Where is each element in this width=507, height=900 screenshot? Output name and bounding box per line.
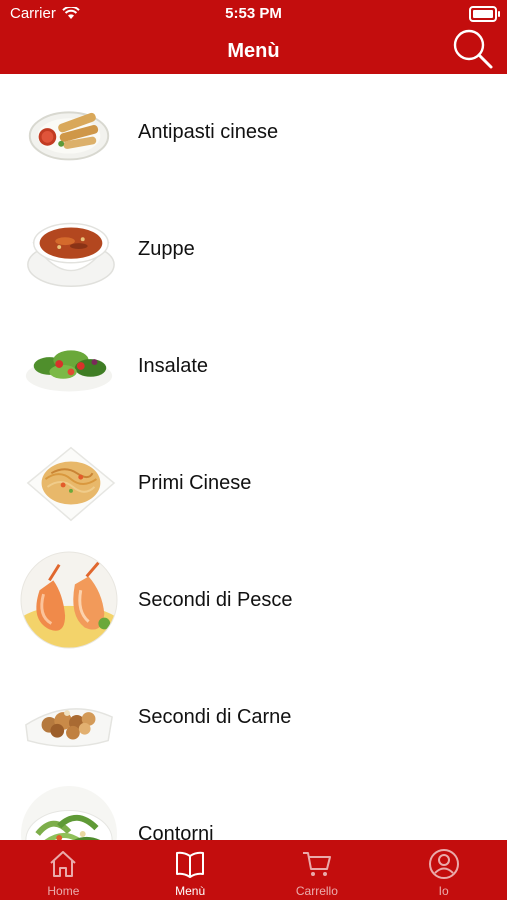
tab-label: Carrello [295,884,338,898]
book-icon [176,851,205,878]
menu-item-label: Secondi di Carne [138,706,292,728]
menu-item-carne[interactable]: Secondi di Carne [0,659,507,776]
menu-item-zuppe[interactable]: Zuppe [0,191,507,308]
menu-item-label: Primi Cinese [138,472,252,494]
tab-label: Io [438,884,449,898]
menu-item-antipasti[interactable]: Antipasti cinese [0,74,507,191]
search-icon [453,29,493,69]
menu-item-label: Secondi di Pesce [138,589,293,611]
user-icon [428,849,459,879]
meat-dish-icon [25,708,113,748]
tab-home[interactable]: Home [0,840,127,900]
battery-icon [469,6,500,22]
top-bar: Carrier 5:53 PM Menù [0,0,507,74]
noodles-plate-icon [26,446,116,522]
tab-label: Menù [175,884,206,898]
cart-icon [302,852,331,876]
tab-menu[interactable]: Menù [127,840,254,900]
menu-item-label: Antipasti cinese [138,121,279,143]
spring-rolls-dish-icon [28,111,110,161]
menu-item-pesce[interactable]: Secondi di Pesce [0,542,507,659]
search-button[interactable] [451,28,495,72]
tab-bar: Home Menù Carrello Io [0,840,507,900]
menu-item-label: Contorni [138,823,214,840]
menu-item-contorni[interactable]: Contorni [0,776,507,840]
tab-label: Home [47,884,80,898]
salad-icon [25,350,113,392]
menu-list: Antipasti cinese Zuppe Insalate Primi Ci… [0,74,507,840]
tab-profile[interactable]: Io [380,840,507,900]
page-title: Menù [227,40,280,62]
status-time: 5:53 PM [225,5,282,22]
menu-item-primi[interactable]: Primi Cinese [0,425,507,542]
tab-cart[interactable]: Carrello [254,840,381,900]
menu-item-label: Insalate [138,355,209,377]
side-dish-icon [20,785,118,840]
soup-bowl-icon [27,222,115,287]
menu-item-insalate[interactable]: Insalate [0,308,507,425]
home-icon [50,851,77,877]
menu-item-label: Zuppe [138,238,195,260]
shrimp-dish-icon [20,551,118,649]
